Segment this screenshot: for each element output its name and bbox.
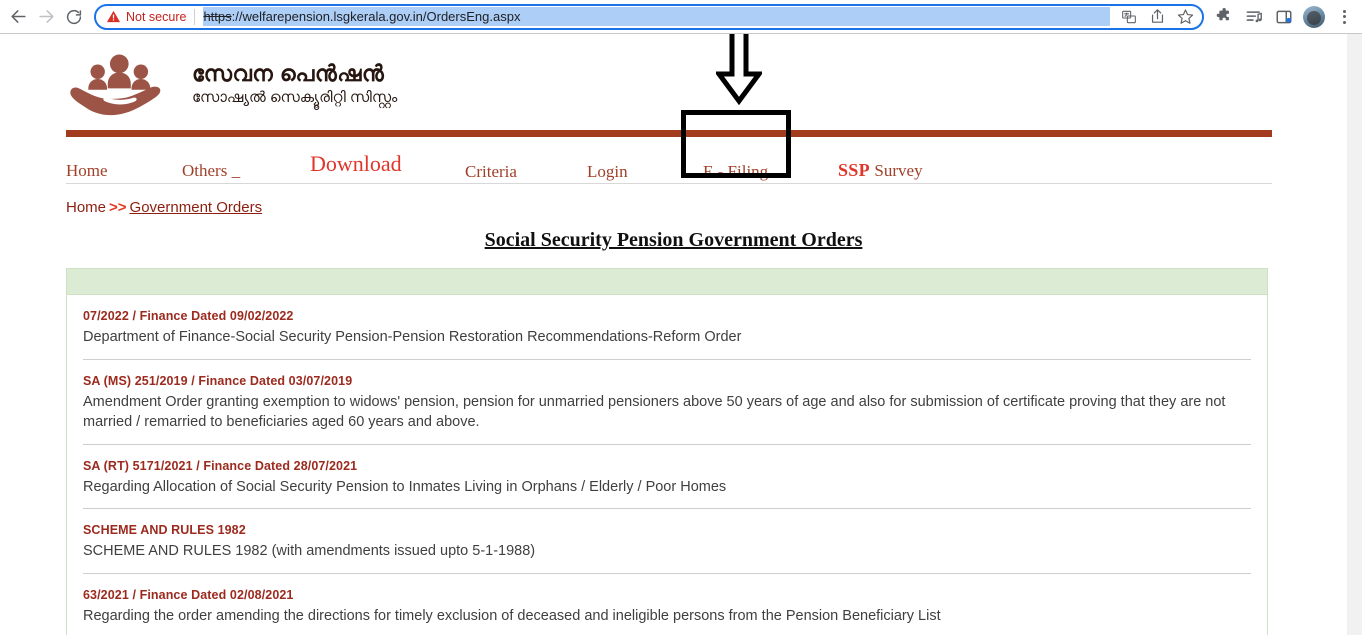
share-button[interactable]	[1144, 5, 1170, 29]
avatar	[1303, 5, 1325, 28]
nav-item-ssp-survey[interactable]: SSP Survey	[838, 160, 923, 181]
nav-item-efiling[interactable]: E - Filing	[703, 162, 768, 182]
omnibox-divider	[194, 8, 196, 25]
translate-icon	[1122, 10, 1136, 23]
url-rest: ://welfarepension.lsgkerala.gov.in/Order…	[231, 9, 521, 24]
page-title-text: Social Security Pension Government Order…	[484, 229, 863, 251]
side-panel-button[interactable]	[1270, 3, 1298, 31]
nav-item-download[interactable]: Download	[310, 151, 402, 177]
address-bar[interactable]: Not secure https://welfarepension.lsgker…	[94, 3, 1204, 30]
breadcrumb: Home >> Government Orders	[66, 199, 1347, 216]
main-navigation: Home Others _ Download Criteria Login E …	[66, 34, 1272, 184]
reading-list-icon	[1246, 11, 1262, 23]
side-panel-icon	[1276, 10, 1292, 23]
order-description: Regarding the order amending the directi…	[83, 607, 941, 624]
url-input[interactable]: https://welfarepension.lsgkerala.gov.in/…	[203, 7, 1110, 26]
site-logo[interactable]: സേവന പെൻഷൻ സോഷ്യൽ സെക്യൂരിറ്റി സിസ്റ്റം	[66, 40, 397, 120]
nav-item-criteria[interactable]: Criteria	[465, 162, 517, 182]
order-reference: SCHEME AND RULES 1982	[83, 523, 246, 538]
browser-toolbar: Not secure https://welfarepension.lsgker…	[0, 0, 1362, 34]
order-reference: 63/2021 / Finance Dated 02/08/2021	[83, 587, 294, 602]
page-scrollbar[interactable]	[1347, 34, 1362, 635]
header-divider-bar	[66, 130, 1272, 137]
orders-panel-header	[67, 269, 1267, 295]
order-reference: 07/2022 / Finance Dated 09/02/2022	[83, 309, 294, 323]
omnibox-action-icons	[1110, 5, 1198, 29]
url-scheme: https	[203, 9, 232, 24]
translate-button[interactable]	[1116, 5, 1142, 29]
nav-item-others[interactable]: Others _	[182, 161, 240, 181]
site-content: സേവന പെൻഷൻ സോഷ്യൽ സെക്യൂരിറ്റി സിസ്റ്റം …	[0, 34, 1347, 635]
chrome-menu-icon	[1342, 9, 1346, 24]
profile-button[interactable]	[1300, 3, 1328, 31]
breadcrumb-current[interactable]: Government Orders	[130, 199, 263, 216]
ssp-survey-label: Survey	[874, 161, 923, 180]
share-icon	[1151, 9, 1163, 23]
site-logo-text: സേവന പെൻഷൻ സോഷ്യൽ സെക്യൂരിറ്റി സിസ്റ്റം	[192, 62, 397, 106]
extensions-button[interactable]	[1210, 3, 1238, 31]
scrollbar-thumb[interactable]	[1348, 34, 1361, 184]
reload-button[interactable]	[60, 3, 88, 31]
site-subtitle-malayalam: സോഷ്യൽ സെക്യൂരിറ്റി സിസ്റ്റം	[192, 88, 398, 106]
order-list-item[interactable]: SA (MS) 251/2019 / Finance Dated 03/07/2…	[83, 360, 1251, 445]
order-description: SCHEME AND RULES 1982 (with amendments i…	[83, 543, 536, 560]
forward-button[interactable]	[32, 3, 60, 31]
order-list-item[interactable]: SA (RT) 5171/2021 / Finance Dated 28/07/…	[83, 445, 1251, 510]
bookmark-star-icon	[1177, 9, 1193, 24]
warning-triangle-icon	[106, 10, 121, 23]
reload-icon	[66, 9, 82, 24]
extensions-puzzle-icon	[1216, 7, 1229, 20]
nav-item-home[interactable]: Home	[66, 161, 108, 181]
page-title: Social Security Pension Government Order…	[0, 229, 1347, 252]
order-description: Regarding Allocation of Social Security …	[83, 478, 727, 495]
order-description: Department of Finance-Social Security Pe…	[83, 329, 742, 345]
order-list-item[interactable]: 63/2021 / Finance Dated 02/08/2021 Regar…	[83, 574, 1251, 635]
hand-holding-people-logo	[70, 54, 161, 116]
order-reference: SA (RT) 5171/2021 / Finance Dated 28/07/…	[83, 458, 358, 473]
ssp-abbr-label: SSP	[838, 160, 870, 180]
chrome-menu-button[interactable]	[1330, 3, 1358, 31]
bookmark-button[interactable]	[1172, 5, 1198, 29]
nav-item-login[interactable]: Login	[587, 162, 628, 182]
breadcrumb-home[interactable]: Home	[66, 199, 106, 216]
order-description: Amendment Order granting exemption to wi…	[83, 393, 1226, 431]
breadcrumb-separator: >>	[109, 199, 127, 216]
orders-list: 07/2022 / Finance Dated 09/02/2022 Depar…	[67, 295, 1267, 635]
order-list-item[interactable]: 07/2022 / Finance Dated 09/02/2022 Depar…	[83, 295, 1251, 360]
not-secure-label: Not secure	[126, 9, 187, 24]
back-button[interactable]	[4, 3, 32, 31]
forward-arrow-icon	[38, 10, 54, 23]
site-header: സേവന പെൻഷൻ സോഷ്യൽ സെക്യൂരിറ്റി സിസ്റ്റം	[66, 34, 1272, 126]
down-arrow-annotation-icon	[716, 34, 762, 105]
back-arrow-icon	[10, 10, 26, 23]
site-title-malayalam: സേവന പെൻഷൻ	[192, 61, 385, 87]
reading-list-button[interactable]	[1240, 3, 1268, 31]
government-orders-panel: 07/2022 / Finance Dated 09/02/2022 Depar…	[66, 268, 1268, 635]
browser-action-icons	[1210, 3, 1362, 31]
order-reference: SA (MS) 251/2019 / Finance Dated 03/07/2…	[83, 373, 353, 388]
not-secure-badge[interactable]: Not secure	[106, 9, 194, 24]
page-viewport: സേവന പെൻഷൻ സോഷ്യൽ സെക്യൂരിറ്റി സിസ്റ്റം …	[0, 34, 1362, 635]
order-list-item[interactable]: SCHEME AND RULES 1982 SCHEME AND RULES 1…	[83, 509, 1251, 574]
